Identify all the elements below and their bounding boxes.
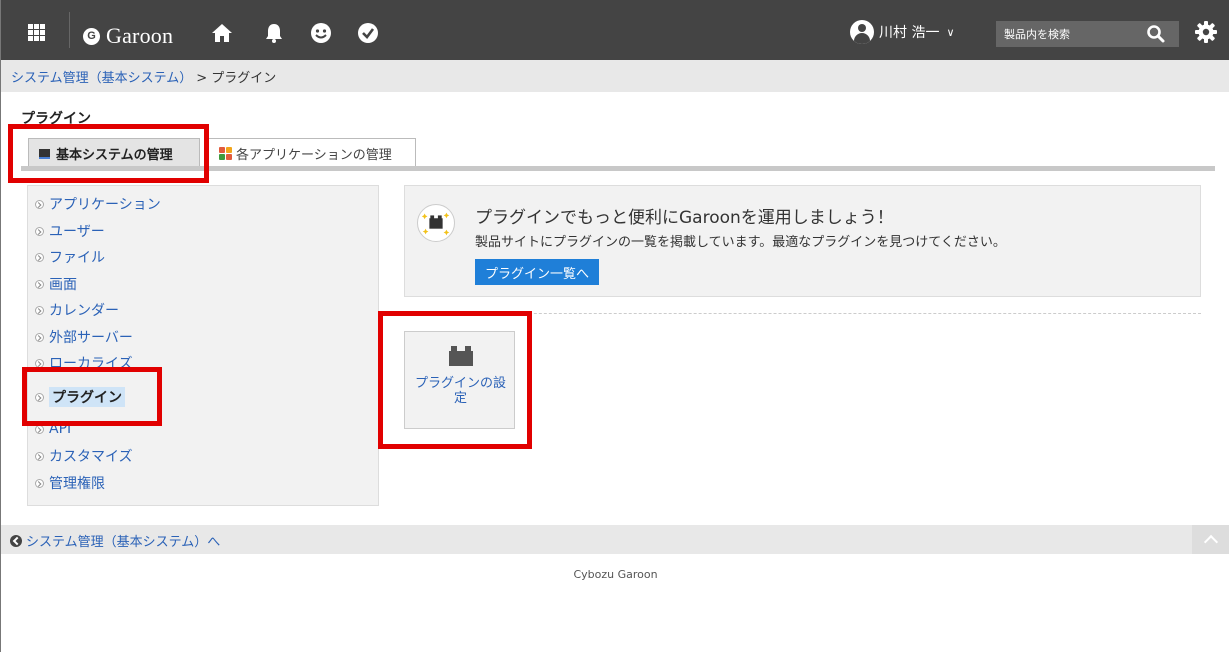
menu-item-calendar[interactable]: カレンダー (35, 299, 119, 321)
footer-bar: システム管理（基本システム）へ (1, 525, 1229, 554)
user-menu[interactable]: 川村 浩一 ∨ (850, 20, 955, 44)
menu-link[interactable]: ローカライズ (49, 353, 133, 373)
menu-link[interactable]: API (49, 421, 71, 437)
menu-item-customize[interactable]: カスタマイズ (35, 445, 133, 467)
menu-item-localize[interactable]: ローカライズ (35, 352, 133, 374)
smile-icon[interactable] (310, 22, 332, 44)
plugin-tile-label-line2: 定 (453, 391, 467, 406)
header-divider (69, 12, 70, 48)
menu-item-files[interactable]: ファイル (35, 246, 105, 268)
menu-link[interactable]: 外部サーバー (49, 327, 133, 347)
menu-link-current[interactable]: プラグイン (49, 387, 125, 407)
logo-mark-icon: G (83, 27, 100, 45)
bell-icon[interactable] (263, 22, 285, 44)
plugin-settings-tile[interactable]: プラグインの設 定 (404, 331, 515, 429)
footer-copyright: Cybozu Garoon (573, 568, 658, 581)
user-name: 川村 浩一 (879, 25, 940, 41)
arrow-circle-icon (35, 199, 44, 209)
search-box (996, 21, 1179, 47)
garoon-logo[interactable]: G Garoon (83, 23, 173, 49)
chevron-down-icon: ∨ (946, 25, 955, 39)
home-icon[interactable] (211, 22, 233, 44)
app-menu-grid-icon[interactable] (28, 24, 45, 41)
apps-icon (219, 146, 232, 160)
promo-title: プラグインでもっと便利にGaroonを運用しましょう！ (475, 208, 894, 228)
breadcrumb-separator: > (196, 71, 208, 86)
menu-link[interactable]: カスタマイズ (49, 446, 133, 466)
tab-basic-system[interactable]: 基本システムの管理 (28, 138, 200, 167)
arrow-circle-icon (35, 392, 44, 402)
arrow-circle-icon (35, 478, 44, 488)
plugin-promo-panel: プラグインでもっと便利にGaroonを運用しましょう！ 製品サイトにプラグインの… (404, 185, 1201, 297)
tab-label: 基本システムの管理 (56, 147, 173, 163)
menu-item-applications[interactable]: アプリケーション (35, 193, 161, 215)
app-name: Garoon (106, 23, 174, 48)
arrow-circle-icon (35, 279, 44, 289)
admin-side-menu: アプリケーション ユーザー ファイル 画面 カレンダー 外部サーバー ローカライ… (27, 185, 379, 506)
back-arrow-icon (10, 534, 22, 547)
arrow-circle-icon (35, 305, 44, 315)
menu-item-external-server[interactable]: 外部サーバー (35, 326, 133, 348)
avatar (850, 20, 874, 44)
arrow-circle-icon (35, 226, 44, 236)
plugin-sparkle-icon (417, 204, 455, 242)
check-circle-icon[interactable] (357, 22, 379, 44)
menu-item-screen[interactable]: 画面 (35, 273, 77, 295)
menu-link[interactable]: 画面 (49, 274, 77, 294)
tab-label: 各アプリケーションの管理 (236, 147, 392, 163)
menu-item-users[interactable]: ユーザー (35, 220, 105, 242)
search-input[interactable] (1004, 26, 1134, 43)
monitor-icon (39, 148, 52, 159)
tab-underline (21, 166, 1215, 171)
section-divider (404, 313, 1201, 314)
arrow-circle-icon (35, 424, 44, 434)
breadcrumb: システム管理（基本システム） > プラグイン (1, 60, 1229, 92)
gear-icon[interactable] (1194, 20, 1218, 44)
page: G Garoon 川村 浩一 ∨ 製品内を検索 システム管理（基本システム） >… (0, 0, 1229, 652)
menu-link[interactable]: ファイル (49, 247, 105, 267)
menu-link[interactable]: アプリケーション (49, 194, 161, 214)
top-header: G Garoon 川村 浩一 ∨ (1, 0, 1229, 60)
arrow-circle-icon (35, 451, 44, 461)
breadcrumb-current: プラグイン (211, 71, 277, 86)
tab-applications[interactable]: 各アプリケーションの管理 (208, 138, 416, 167)
menu-item-plugins[interactable]: プラグイン (35, 386, 125, 408)
plugin-block-icon (449, 346, 473, 366)
arrow-circle-icon (35, 358, 44, 368)
search-icon[interactable] (1146, 24, 1166, 44)
arrow-circle-icon (35, 252, 44, 262)
page-title: プラグイン (21, 111, 91, 127)
scroll-to-top-button[interactable] (1192, 525, 1229, 554)
arrow-circle-icon (35, 332, 44, 342)
plugin-list-button[interactable]: プラグイン一覧へ (475, 259, 600, 285)
menu-link[interactable]: 管理権限 (49, 473, 105, 493)
menu-item-api[interactable]: API (35, 418, 71, 440)
plugin-tile-label-line1: プラグインの設 (414, 376, 506, 391)
menu-link[interactable]: カレンダー (49, 300, 119, 320)
back-to-system-admin-link[interactable]: システム管理（基本システム）へ (26, 531, 220, 550)
menu-link[interactable]: ユーザー (49, 221, 105, 241)
promo-description: 製品サイトにプラグインの一覧を掲載しています。最適なプラグインを見つけてください… (475, 235, 1006, 250)
menu-item-admin-rights[interactable]: 管理権限 (35, 472, 105, 494)
breadcrumb-system-admin-link[interactable]: システム管理（基本システム） (11, 71, 192, 86)
